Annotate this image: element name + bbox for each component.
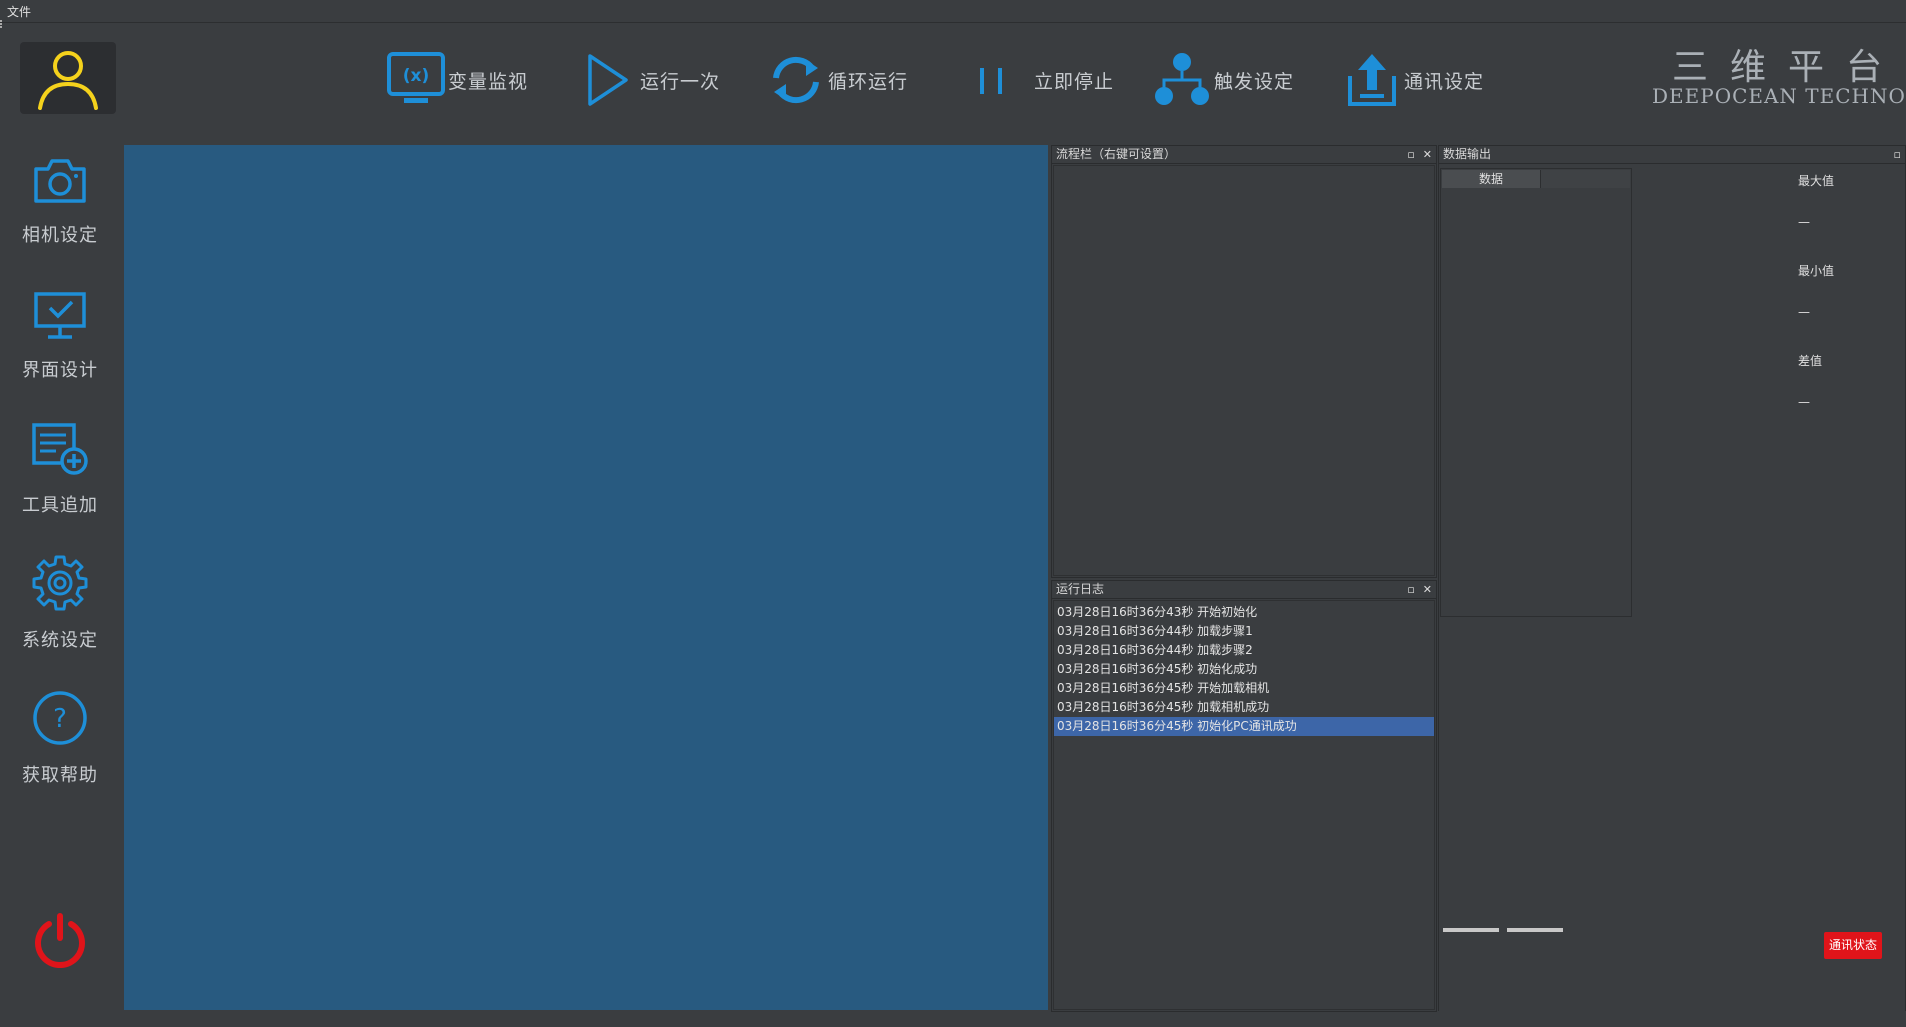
process-panel-header: 流程栏（右键可设置） ▫ ✕ (1052, 146, 1436, 164)
user-icon (38, 51, 98, 110)
list-add-icon (0, 413, 120, 477)
svg-text:(x): (x) (403, 66, 430, 86)
min-value: — (1798, 305, 1810, 319)
data-table[interactable]: 数据 (1440, 168, 1632, 617)
status-bar (0, 1013, 1906, 1027)
float-icon[interactable]: ▫ (1407, 148, 1414, 161)
pause-icon (962, 50, 1022, 110)
log-line[interactable]: 03月28日16时36分43秒 开始初始化 (1054, 603, 1434, 622)
process-panel-title: 流程栏（右键可设置） (1056, 147, 1177, 161)
data-column-header[interactable]: 数据 (1442, 170, 1541, 188)
variable-monitor-icon: (x) (386, 50, 446, 110)
stop-now-button[interactable]: 立即停止 (962, 50, 1114, 110)
toolbar (0, 28, 1906, 143)
file-menu[interactable]: 文件 (7, 3, 31, 20)
trigger-settings-label: 触发设定 (1214, 70, 1295, 93)
sidebar-label-help: 获取帮助 (22, 765, 98, 786)
data-column-header-empty (1541, 170, 1630, 188)
progress-indicator-1 (1443, 928, 1499, 932)
menu-bar: 文件 (0, 0, 1906, 23)
brand-title-cn: 三维平台 (1672, 47, 1905, 88)
max-value: — (1798, 215, 1810, 229)
loop-run-button[interactable]: 循环运行 (766, 50, 908, 110)
gear-icon (0, 548, 120, 612)
float-icon[interactable]: ▫ (1407, 583, 1414, 596)
data-output-title: 数据输出 (1443, 147, 1492, 161)
log-line[interactable]: 03月28日16时36分45秒 开始加载相机 (1054, 679, 1434, 698)
hierarchy-icon (1152, 50, 1212, 110)
log-line[interactable]: 03月28日16时36分44秒 加载步骤1 (1054, 622, 1434, 641)
log-panel: 运行日志 ▫ ✕ 03月28日16时36分43秒 开始初始化 03月28日16时3… (1051, 580, 1437, 1012)
process-panel: 流程栏（右键可设置） ▫ ✕ (1051, 145, 1437, 578)
sidebar: 相机设定 界面设计 工具追加 系统设定 ? 获取帮助 (0, 143, 120, 1013)
sidebar-item-help[interactable]: ? 获取帮助 (0, 683, 120, 803)
diff-value-label: 差值 (1798, 354, 1823, 368)
svg-text:?: ? (53, 704, 67, 734)
close-icon[interactable]: ✕ (1423, 148, 1432, 161)
sidebar-item-add-tool[interactable]: 工具追加 (0, 413, 120, 533)
diff-value: — (1798, 395, 1810, 409)
log-list[interactable]: 03月28日16时36分43秒 开始初始化 03月28日16时36分44秒 加载… (1053, 600, 1435, 1010)
float-icon[interactable]: ▫ (1894, 148, 1901, 161)
run-once-label: 运行一次 (640, 70, 721, 93)
log-line[interactable]: 03月28日16时36分45秒 加载相机成功 (1054, 698, 1434, 717)
progress-indicator-2 (1507, 928, 1563, 932)
image-display-area[interactable] (124, 145, 1048, 1010)
loop-icon (766, 50, 826, 110)
sidebar-label-camera: 相机设定 (22, 225, 98, 246)
process-panel-body[interactable] (1053, 165, 1435, 576)
run-once-button[interactable]: 运行一次 (578, 50, 720, 110)
log-line-selected[interactable]: 03月28日16时36分45秒 初始化PC通讯成功 (1054, 717, 1434, 736)
power-icon (35, 913, 85, 969)
brand-title-en: DEEPOCEAN TECHNOLOGY (1652, 84, 1906, 108)
sidebar-label-system: 系统设定 (22, 630, 98, 651)
sidebar-label-add-tool: 工具追加 (22, 495, 98, 516)
monitor-check-icon (0, 278, 120, 342)
stop-now-label: 立即停止 (1034, 70, 1115, 93)
camera-icon (0, 143, 120, 207)
variable-monitor-label: 变量监视 (448, 70, 529, 93)
close-icon[interactable]: ✕ (1423, 583, 1432, 596)
log-panel-title: 运行日志 (1056, 582, 1105, 596)
log-panel-header: 运行日志 ▫ ✕ (1052, 581, 1436, 599)
trigger-settings-button[interactable]: 触发设定 (1152, 50, 1294, 110)
upload-icon (1342, 50, 1402, 110)
sidebar-item-ui-design[interactable]: 界面设计 (0, 278, 120, 398)
toolbar-grip[interactable] (0, 20, 5, 28)
user-avatar[interactable] (20, 42, 116, 114)
min-value-label: 最小值 (1798, 264, 1835, 278)
help-icon: ? (0, 683, 120, 747)
sidebar-item-system[interactable]: 系统设定 (0, 548, 120, 668)
comm-settings-button[interactable]: 通讯设定 (1342, 50, 1484, 110)
max-value-label: 最大值 (1798, 174, 1835, 188)
loop-run-label: 循环运行 (828, 70, 909, 93)
comm-status-button[interactable]: 通讯状态 (1824, 932, 1882, 959)
log-line[interactable]: 03月28日16时36分45秒 初始化成功 (1054, 660, 1434, 679)
variable-monitor-button[interactable]: (x) 变量监视 (386, 50, 528, 110)
sidebar-item-camera[interactable]: 相机设定 (0, 143, 120, 263)
power-button[interactable] (32, 912, 88, 969)
data-output-header: 数据输出 ▫ (1439, 146, 1905, 164)
comm-settings-label: 通讯设定 (1404, 70, 1485, 93)
play-icon (578, 50, 638, 110)
log-line[interactable]: 03月28日16时36分44秒 加载步骤2 (1054, 641, 1434, 660)
sidebar-label-ui-design: 界面设计 (22, 360, 98, 381)
